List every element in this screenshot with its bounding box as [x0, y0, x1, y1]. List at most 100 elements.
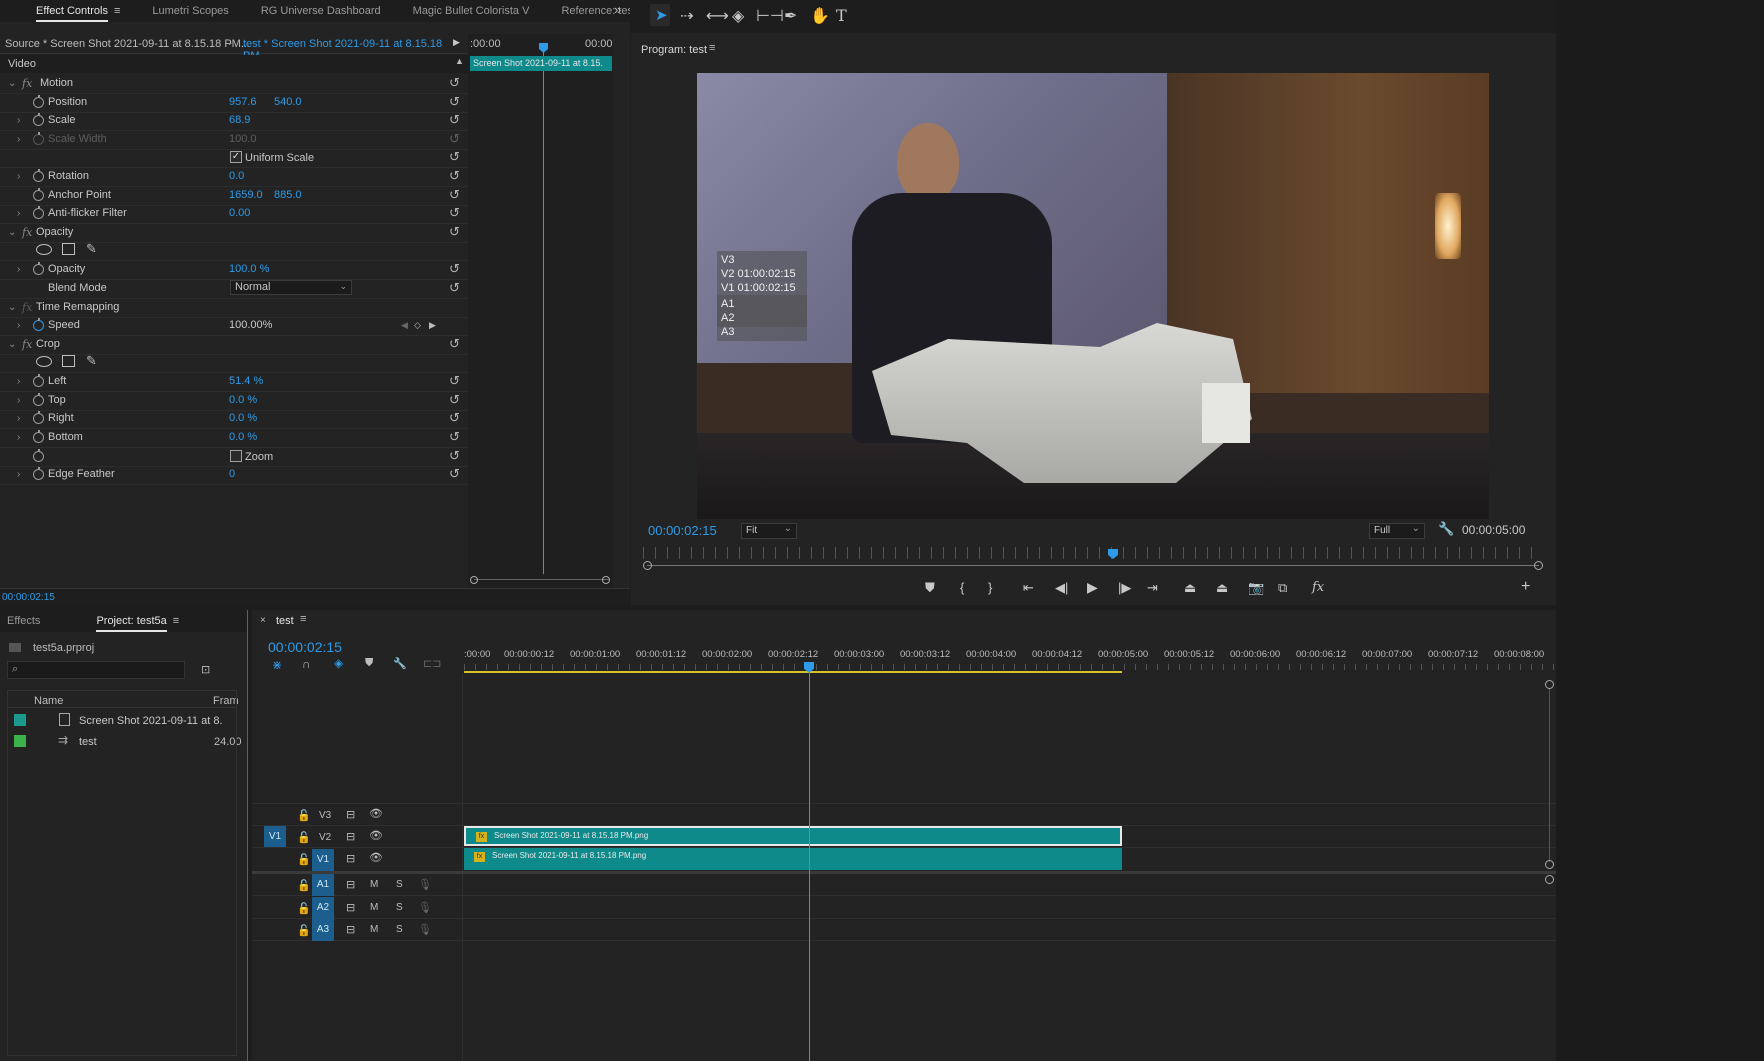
chevron-right-icon[interactable]: ›	[17, 320, 20, 331]
reset-icon[interactable]: ↺	[449, 466, 460, 482]
tab-effect-controls[interactable]: Effect Controls ≡	[0, 0, 136, 22]
reset-icon[interactable]: ↺	[449, 448, 460, 464]
mini-scroll-left-handle[interactable]	[470, 576, 478, 584]
step-back-icon[interactable]: ◀|	[1055, 580, 1068, 596]
a-scroll-handle[interactable]	[1545, 875, 1554, 884]
prev-keyframe-icon[interactable]: ◀	[401, 320, 408, 331]
stopwatch-icon[interactable]	[33, 94, 44, 108]
position-y[interactable]: 540.0	[274, 96, 302, 108]
button-editor-plus-icon[interactable]: +	[1521, 578, 1530, 596]
mark-in-icon[interactable]: {	[960, 580, 964, 595]
go-to-out-icon[interactable]: ⇥	[1147, 580, 1158, 596]
sync-lock-icon[interactable]: ⊟	[346, 852, 355, 865]
stopwatch-icon[interactable]	[33, 373, 44, 387]
sync-lock-icon[interactable]: ⊟	[346, 923, 355, 936]
stopwatch-icon[interactable]	[33, 187, 44, 201]
sync-lock-icon[interactable]: ⊟	[346, 830, 355, 843]
lock-icon[interactable]: 🔓	[297, 924, 311, 937]
reset-icon[interactable]: ↺	[449, 94, 460, 110]
reset-icon[interactable]: ↺	[449, 187, 460, 203]
v-scroll-track[interactable]	[1549, 688, 1550, 862]
tab-rg-universe-dashboard[interactable]: RG Universe Dashboard	[245, 0, 397, 22]
reset-icon[interactable]: ↺	[449, 392, 460, 408]
v-scroll-bottom-handle[interactable]	[1545, 860, 1554, 869]
extract-icon[interactable]: ⏏	[1216, 580, 1228, 596]
lock-icon[interactable]: 🔓	[297, 902, 311, 915]
new-bin-search-icon[interactable]: ⊡	[201, 663, 210, 676]
chevron-down-icon[interactable]: ⌄	[8, 227, 16, 238]
selection-tool-icon[interactable]: ➤	[650, 4, 670, 26]
type-tool-icon[interactable]: T	[836, 6, 847, 25]
stopwatch-icon[interactable]	[33, 429, 44, 443]
motion-row[interactable]: ⌄ fx Motion ↺	[0, 73, 468, 94]
lift-icon[interactable]: ⏏	[1184, 580, 1196, 596]
stopwatch-icon[interactable]	[33, 410, 44, 424]
position-x[interactable]: 957.6	[229, 96, 257, 108]
source-patch-v1[interactable]: V1	[264, 826, 286, 848]
lock-icon[interactable]: 🔓	[297, 853, 311, 866]
stopwatch-icon[interactable]	[33, 261, 44, 275]
tab-effects[interactable]: Effects	[0, 610, 56, 632]
reset-icon[interactable]: ↺	[449, 410, 460, 426]
anchor-y[interactable]: 885.0	[274, 189, 302, 201]
reset-icon[interactable]: ↺	[449, 336, 460, 352]
mute-button[interactable]: M	[370, 902, 378, 913]
timeline-ruler[interactable]: :00:00 00:00:00:12 00:00:01:00 00:00:01:12 0…	[464, 646, 1556, 672]
stopwatch-icon[interactable]	[33, 466, 44, 480]
reset-icon[interactable]: ↺	[449, 205, 460, 221]
captions-icon[interactable]: ⊏⊐	[423, 657, 441, 670]
mute-button[interactable]: M	[370, 879, 378, 890]
work-area-bar[interactable]	[464, 671, 1122, 673]
microphone-icon[interactable]: 🎙	[418, 923, 432, 936]
chevron-right-icon[interactable]: ›	[17, 134, 20, 145]
linked-selection-icon[interactable]: ◈	[334, 656, 343, 670]
clip-v2[interactable]: fx Screen Shot 2021-09-11 at 8.15.18 PM.…	[464, 826, 1122, 846]
mini-timeline[interactable]: :00:00 00:00 Screen Shot 2021-09-11 at 8…	[468, 34, 613, 604]
lock-icon[interactable]: 🔓	[297, 809, 311, 822]
chevron-down-icon[interactable]: ⌄	[8, 302, 16, 313]
razor-tool-icon[interactable]: ◈	[732, 6, 744, 26]
reset-icon[interactable]: ↺	[449, 112, 460, 128]
program-ruler[interactable]	[643, 547, 1541, 559]
lock-icon[interactable]: 🔓	[297, 879, 311, 892]
crop-bottom-value[interactable]: 0.0 %	[229, 431, 257, 443]
solo-button[interactable]: S	[396, 924, 403, 935]
mini-scroll-track[interactable]	[474, 579, 609, 580]
reset-icon[interactable]: ↺	[449, 280, 460, 296]
crop-left-value[interactable]: 51.4 %	[229, 375, 263, 387]
chevron-right-icon[interactable]: ›	[17, 115, 20, 126]
stopwatch-icon[interactable]	[33, 448, 44, 462]
play-triangle-icon[interactable]: ▶	[453, 37, 460, 48]
hamburger-icon[interactable]: ≡	[114, 0, 120, 22]
stopwatch-icon[interactable]	[33, 205, 44, 219]
snap-magnet-icon[interactable]: ∩	[302, 657, 311, 671]
program-video-frame[interactable]: V3 V2 01:00:02:15 V1 01:00:02:15 A1 A2 A…	[697, 73, 1489, 519]
sync-lock-icon[interactable]: ⊟	[346, 878, 355, 891]
add-keyframe-icon[interactable]: ◇	[414, 320, 421, 331]
track-label-v1[interactable]: V1	[312, 849, 334, 871]
solo-button[interactable]: S	[396, 879, 403, 890]
marker-icon[interactable]: ⛊	[365, 657, 373, 670]
tab-magic-bullet-colorista[interactable]: Magic Bullet Colorista V	[397, 0, 546, 22]
track-select-tool-icon[interactable]: ⇢	[680, 6, 693, 26]
stopwatch-icon[interactable]	[33, 392, 44, 406]
fx-icon[interactable]: fx	[22, 226, 32, 239]
hamburger-icon[interactable]: ≡	[173, 610, 179, 632]
clip-v1[interactable]: fx Screen Shot 2021-09-11 at 8.15.18 PM.…	[464, 848, 1122, 870]
chevron-down-icon[interactable]: ⌄	[8, 78, 16, 89]
pen-tool-icon[interactable]: ✒	[784, 6, 797, 26]
scale-value[interactable]: 68.9	[229, 114, 250, 126]
mini-clip[interactable]: Screen Shot 2021-09-11 at 8.15.	[470, 56, 612, 71]
project-search-input[interactable]: ⌕	[7, 661, 185, 679]
uniform-scale-checkbox[interactable]: ✓	[230, 151, 242, 163]
effect-controls-timecode[interactable]: 00:00:02:15	[2, 592, 55, 603]
ellipse-mask-icon[interactable]	[36, 244, 52, 255]
fx-icon[interactable]: fx	[22, 338, 32, 351]
chevron-right-icon[interactable]: ›	[17, 376, 20, 387]
zoom-bar-right-handle[interactable]	[1534, 561, 1543, 570]
zoom-bar-left-handle[interactable]	[643, 561, 652, 570]
sync-lock-icon[interactable]: ⊟	[346, 808, 355, 821]
reset-icon[interactable]: ↺	[449, 373, 460, 389]
track-label-a1[interactable]: A1	[312, 874, 334, 896]
reset-icon[interactable]: ↺	[449, 168, 460, 184]
